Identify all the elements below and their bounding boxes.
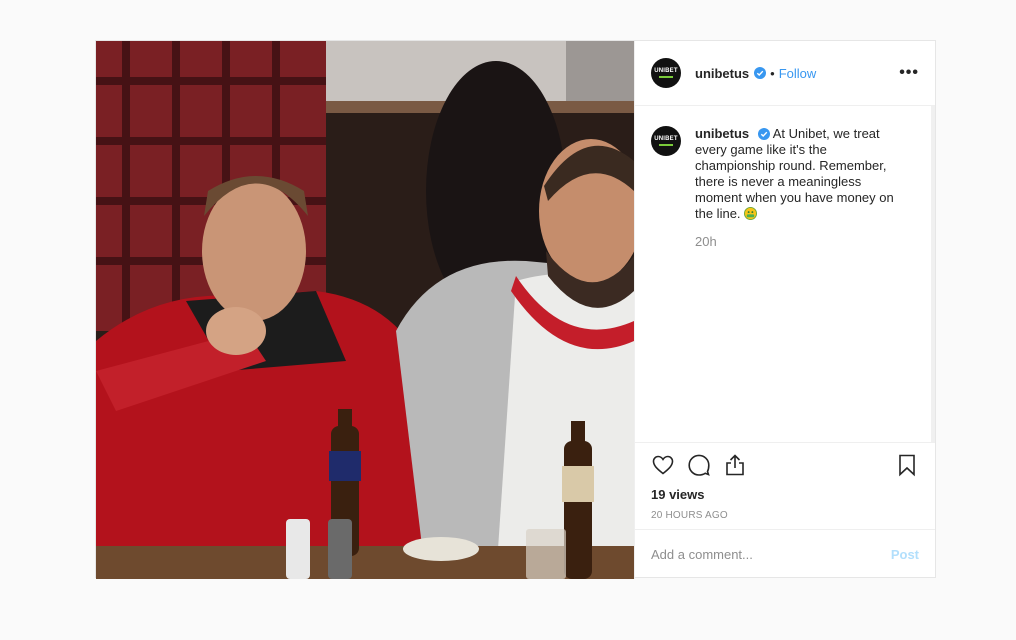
post-timestamp[interactable]: 20 HOURS AGO xyxy=(651,510,919,521)
verified-badge-icon xyxy=(754,67,767,79)
caption-text-block: unibetus At Unibet, we treat every game … xyxy=(695,126,907,222)
header-separator: • xyxy=(770,65,775,81)
add-comment-bar: Post xyxy=(635,529,935,579)
money-mouth-face-icon xyxy=(744,207,758,220)
caption-verified-badge-icon xyxy=(757,128,770,140)
action-icons xyxy=(651,451,919,479)
comment-input[interactable] xyxy=(651,547,891,562)
view-count[interactable]: 19 views xyxy=(651,487,919,502)
caption-avatar-logo-bar xyxy=(659,144,673,146)
post-sidebar: UNIBET unibetus • Follow ••• UNIBET unib… xyxy=(634,41,935,579)
avatar-logo-bar xyxy=(659,76,673,78)
post-header: UNIBET unibetus • Follow ••• xyxy=(635,41,935,106)
comment-icon[interactable] xyxy=(687,453,711,477)
share-icon[interactable] xyxy=(723,453,747,477)
comments-section: UNIBET unibetus At Unibet, we treat ever… xyxy=(635,106,935,442)
action-bar: 19 views 20 HOURS AGO xyxy=(635,442,935,529)
post-comment-button[interactable]: Post xyxy=(891,547,919,562)
avatar-logo-text: UNIBET xyxy=(654,68,678,75)
caption-avatar[interactable]: UNIBET xyxy=(651,126,681,156)
caption-avatar-logo-text: UNIBET xyxy=(654,136,678,143)
caption-username[interactable]: unibetus xyxy=(695,126,749,141)
more-options-icon[interactable]: ••• xyxy=(899,65,919,81)
follow-button[interactable]: Follow xyxy=(779,66,817,81)
caption-relative-time[interactable]: 20h xyxy=(695,234,915,249)
heart-icon[interactable] xyxy=(651,453,675,477)
header-username[interactable]: unibetus xyxy=(695,66,749,81)
bookmark-icon[interactable] xyxy=(895,453,919,477)
caption: UNIBET unibetus At Unibet, we treat ever… xyxy=(651,126,915,222)
video-frame-image xyxy=(96,41,634,579)
post-video[interactable] xyxy=(96,41,634,579)
instagram-post: UNIBET unibetus • Follow ••• UNIBET unib… xyxy=(95,40,936,579)
avatar[interactable]: UNIBET xyxy=(651,58,681,88)
